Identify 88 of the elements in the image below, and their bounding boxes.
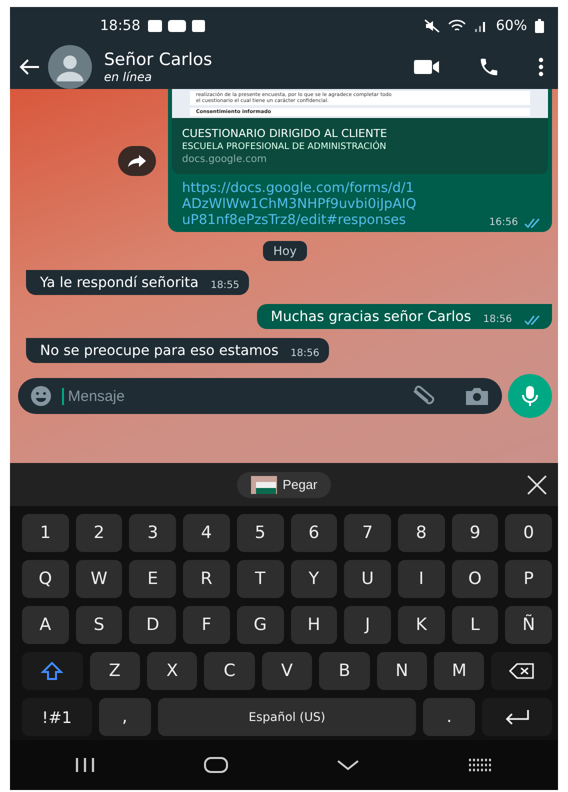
keyboard-key[interactable]: . <box>423 698 476 736</box>
paste-chip[interactable]: Pegar <box>236 472 332 498</box>
keyboard-key[interactable]: D <box>129 606 176 644</box>
keyboard-key[interactable]: U <box>344 560 391 598</box>
home-icon[interactable] <box>204 757 228 773</box>
keyboard-key[interactable]: T <box>236 560 284 598</box>
message-time: 18:55 <box>210 280 240 291</box>
message-time: 16:56 <box>489 217 518 228</box>
keyboard-key[interactable]: L <box>452 606 498 644</box>
recent-apps-icon[interactable] <box>74 757 96 773</box>
keyboard-key[interactable]: Y <box>290 560 338 598</box>
keyboard-key[interactable]: 7 <box>344 514 391 552</box>
message-text: Muchas gracias señor Carlos <box>270 309 472 325</box>
preview-title: CUESTIONARIO DIRIGIDO AL CLIENTE <box>182 127 388 140</box>
keyboard-key[interactable]: 4 <box>183 514 230 552</box>
space-key[interactable]: Español (US) <box>158 698 416 736</box>
keyboard-key[interactable]: , <box>98 698 151 736</box>
keyboard-key[interactable]: 5 <box>236 514 284 552</box>
keyboard-key[interactable]: H <box>290 606 338 644</box>
share-arrow-icon <box>127 154 147 168</box>
form-link[interactable]: https://docs.google.com/forms/d/1ADzWlWw1ChM3NHPf9uvbi0iJpAIQuP81nf8ePzsTrz8/edit#responses <box>182 180 422 228</box>
battery-icon <box>535 19 544 33</box>
keyboard-key[interactable]: 6 <box>290 514 338 552</box>
keyboard-key[interactable]: R <box>183 560 230 598</box>
message-time: 18:56 <box>483 314 512 325</box>
battery-percent: 60% <box>496 18 527 34</box>
message-field[interactable]: Mensaje <box>62 388 400 404</box>
chevron-down-icon[interactable] <box>336 759 360 771</box>
wifi-icon <box>448 19 466 33</box>
keyboard-key[interactable]: 1 <box>22 514 69 552</box>
camera-icon[interactable] <box>464 386 490 406</box>
keyboard-key[interactable]: A <box>22 606 69 644</box>
enter-key[interactable] <box>482 698 552 736</box>
microphone-button[interactable] <box>508 374 552 418</box>
clipboard-thumbnail-icon <box>250 476 277 494</box>
link-preview-card[interactable]: CUESTIONARIO DIRIGIDO AL CLIENTE ESCUELA PROFESIONAL DE ADMINISTRACIÓN docs.google.com <box>172 118 548 174</box>
keyboard-key[interactable]: K <box>398 606 445 644</box>
keyboard-key[interactable]: !#1 <box>22 698 92 736</box>
contact-name: Señor Carlos <box>104 50 212 70</box>
signal-icon <box>474 19 488 33</box>
forward-button[interactable] <box>118 146 156 176</box>
more-options-icon[interactable] <box>538 57 544 77</box>
backspace-icon <box>508 663 535 679</box>
emoji-icon[interactable] <box>30 385 52 407</box>
phone-icon[interactable] <box>478 56 500 78</box>
preview-domain: docs.google.com <box>182 154 268 165</box>
preview-subtitle: ESCUELA PROFESIONAL DE ADMINISTRACIÓN <box>182 142 388 152</box>
avatar[interactable] <box>48 45 92 89</box>
keyboard-key[interactable]: C <box>204 652 255 690</box>
back-arrow-icon[interactable] <box>18 58 40 76</box>
keyboard-key[interactable]: 2 <box>76 514 122 552</box>
keyboard-key[interactable]: 9 <box>452 514 498 552</box>
shift-arrow-icon <box>40 661 64 681</box>
microphone-icon <box>522 385 538 407</box>
notification-icons <box>148 19 206 33</box>
status-time: 18:58 <box>100 18 140 34</box>
mute-icon <box>424 19 440 33</box>
keyboard-key[interactable]: V <box>262 652 312 690</box>
keyboard-key[interactable]: O <box>452 560 498 598</box>
keyboard-key[interactable]: 0 <box>505 514 552 552</box>
message-input[interactable]: Mensaje <box>18 378 502 414</box>
keyboard-key[interactable]: W <box>76 560 122 598</box>
keyboard-key[interactable]: N <box>376 652 428 690</box>
keyboard-key[interactable]: S <box>76 606 122 644</box>
return-arrow-icon <box>503 708 532 726</box>
keyboard-key[interactable]: P <box>505 560 552 598</box>
video-call-icon[interactable] <box>414 59 440 75</box>
keyboard-key[interactable]: Q <box>22 560 69 598</box>
keyboard-key[interactable]: 8 <box>398 514 445 552</box>
keyboard-key[interactable]: F <box>183 606 230 644</box>
keyboard-key[interactable]: B <box>319 652 370 690</box>
message-time: 18:56 <box>290 348 320 359</box>
keyboard-key[interactable]: I <box>398 560 445 598</box>
keyboard-key[interactable]: G <box>236 606 284 644</box>
shift-key[interactable] <box>22 652 83 690</box>
keyboard-key[interactable]: Ñ <box>505 606 552 644</box>
keyboard-key[interactable]: X <box>146 652 198 690</box>
message-text: No se preocupe para eso estamos <box>40 343 279 359</box>
keyboard-key[interactable]: M <box>434 652 484 690</box>
keyboard-key[interactable]: J <box>344 606 391 644</box>
contact-status: en línea <box>104 70 153 84</box>
date-chip: Hoy <box>263 241 307 261</box>
keyboard-key[interactable]: Z <box>90 652 140 690</box>
backspace-key[interactable] <box>491 652 552 690</box>
keyboard-key[interactable]: 3 <box>129 514 176 552</box>
keyboard-icon[interactable] <box>468 758 494 772</box>
keyboard-key[interactable]: E <box>129 560 176 598</box>
message-text: Ya le respondí señorita <box>40 275 199 291</box>
